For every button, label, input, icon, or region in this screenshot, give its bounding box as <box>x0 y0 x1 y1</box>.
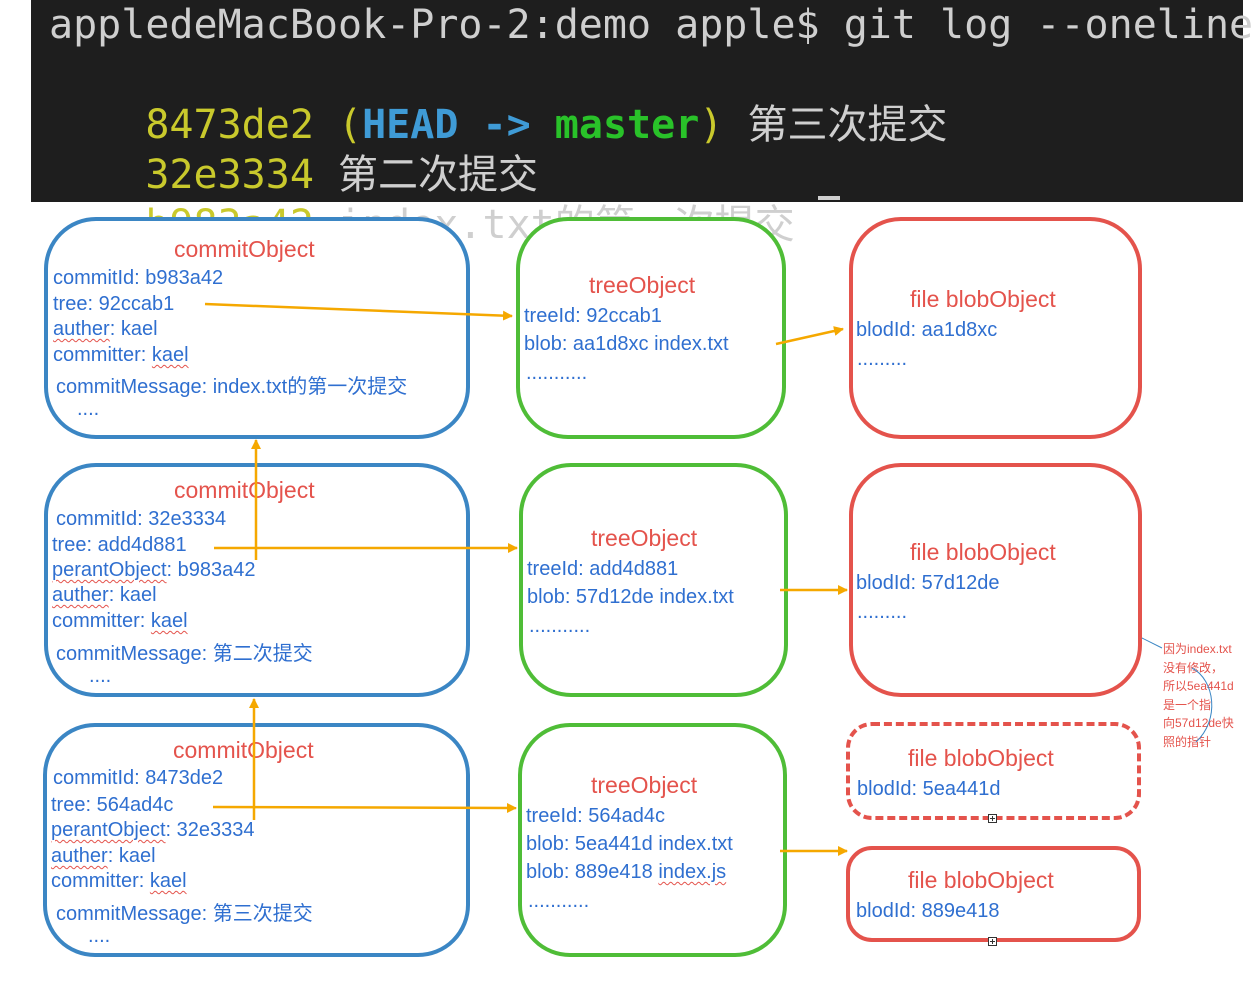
blob-object-title: file blobObject <box>910 286 1056 312</box>
tree-more: ........... <box>526 362 588 384</box>
note-line: 是一个指 <box>1163 697 1212 712</box>
author-label: auther <box>53 318 110 340</box>
commit-parent: perantObject: 32e3334 <box>51 819 255 842</box>
blob-more: ......... <box>857 348 908 370</box>
committer-value: kael <box>151 344 189 366</box>
branch-ref: master <box>554 102 700 148</box>
author-value: : kael <box>108 584 157 606</box>
author-label: auther <box>52 584 109 606</box>
commit-id: commitId: b983a42 <box>53 267 224 289</box>
commit-more: .... <box>77 398 100 420</box>
note-line: 向57d12de快 <box>1163 716 1234 730</box>
blob-more: ......... <box>857 601 908 623</box>
tree-more: ........... <box>528 890 590 912</box>
blob-id: blodId: 889e418 <box>856 900 1000 922</box>
expand-handle-icon[interactable] <box>988 814 997 823</box>
tree-to-blob-arrow <box>775 326 844 346</box>
author-value: : kael <box>109 318 158 340</box>
commit-author: auther: kael <box>52 584 157 607</box>
committer-label: committer: <box>52 610 151 632</box>
note-callout-line <box>1141 637 1163 649</box>
expand-handle-icon[interactable] <box>988 937 997 946</box>
tree-blob-entry: blob: 889e418 index.js <box>526 861 726 884</box>
tree-id: treeId: 564ad4c <box>526 805 665 827</box>
blob-js-prefix: blob: 889e418 <box>526 861 659 883</box>
commit-committer: committer: kael <box>53 344 189 367</box>
tree-object-box <box>516 217 786 439</box>
commit-parent: perantObject: b983a42 <box>52 559 256 582</box>
annotation-note: 因为index.txt 没有修改， 所以5ea441d 是一个指 向57d12d… <box>1163 640 1253 751</box>
tree-more: ........... <box>529 615 591 637</box>
commit-message: commitMessage: 第二次提交 <box>56 643 313 665</box>
commit-object-title: commitObject <box>174 477 315 503</box>
blob-object-title: file blobObject <box>908 745 1054 771</box>
commit-tree: tree: 92ccab1 <box>53 293 175 315</box>
tree-blob-entry: blob: 57d12de index.txt <box>527 586 734 608</box>
commit-message: commitMessage: 第三次提交 <box>56 903 313 925</box>
blob-object-title: file blobObject <box>908 867 1054 893</box>
committer-value: kael <box>149 870 187 892</box>
blob-object-title: file blobObject <box>910 539 1056 565</box>
commit-more: .... <box>88 925 111 947</box>
tree-object-title: treeObject <box>589 272 696 298</box>
commit-committer: committer: kael <box>51 870 187 893</box>
commit-tree: tree: add4d881 <box>52 534 187 556</box>
commit-object-title: commitObject <box>173 737 314 763</box>
parent-label: perantObject <box>52 559 167 581</box>
terminal-command-line: appledeMacBook-Pro-2:demo apple$ git log… <box>49 2 1254 48</box>
terminal-output: appledeMacBook-Pro-2:demo apple$ git log… <box>31 0 1253 248</box>
tree-id: treeId: add4d881 <box>527 558 679 580</box>
committer-label: committer: <box>53 344 152 366</box>
commit-more: .... <box>89 665 112 687</box>
parent-label: perantObject <box>51 819 166 841</box>
blob-object-box <box>846 846 1141 942</box>
tree-object-title: treeObject <box>591 772 698 798</box>
committer-value: kael <box>150 610 188 632</box>
commit-author: auther: kael <box>51 845 156 868</box>
commit-id: commitId: 8473de2 <box>53 767 224 789</box>
committer-label: committer: <box>51 870 150 892</box>
tree-blob-entry: blob: aa1d8xc index.txt <box>524 333 729 355</box>
commit-object-title: commitObject <box>174 236 315 262</box>
tree-object-title: treeObject <box>591 525 698 551</box>
blob-id: blodId: 5ea441d <box>857 778 1001 800</box>
blob-id: blodId: 57d12de <box>856 572 1000 594</box>
tree-blob-entry: blob: 5ea441d index.txt <box>526 833 733 855</box>
paren-close: ) <box>699 102 724 148</box>
parent-value: : b983a42 <box>166 559 256 581</box>
commit-committer: committer: kael <box>52 610 188 633</box>
commit-message: 第三次提交 <box>747 102 948 148</box>
commit-author: auther: kael <box>53 318 158 341</box>
author-label: auther <box>51 845 108 867</box>
author-value: : kael <box>107 845 156 867</box>
note-line: 没有修改， <box>1163 660 1224 675</box>
terminal-cursor <box>818 196 840 200</box>
commit-tree: tree: 564ad4c <box>51 794 174 816</box>
blob-id: blodId: aa1d8xc <box>856 319 998 341</box>
note-line: 照的指针 <box>1163 734 1212 749</box>
blob-js-name: index.js <box>658 861 727 883</box>
commit-id: commitId: 32e3334 <box>56 508 227 530</box>
tree-id: treeId: 92ccab1 <box>524 305 662 327</box>
commit-message: commitMessage: index.txt的第一次提交 <box>56 376 408 398</box>
note-line: 因为index.txt <box>1163 642 1232 656</box>
note-line: 所以5ea441d <box>1163 679 1234 693</box>
parent-value: : 32e3334 <box>165 819 255 841</box>
